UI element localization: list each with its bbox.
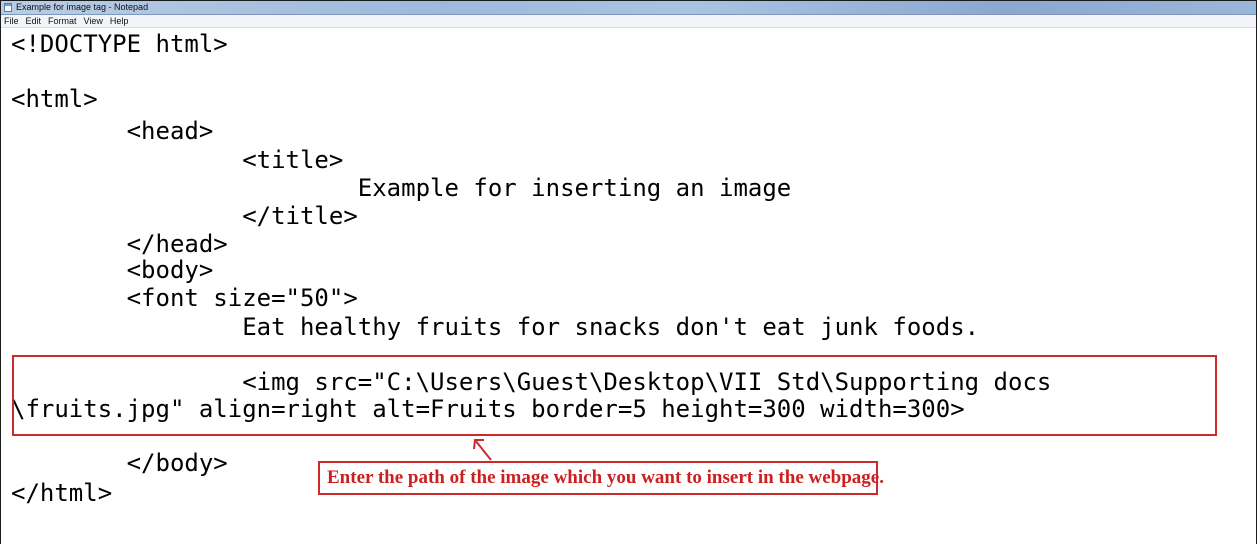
- code-line-html-open: <html>: [11, 85, 98, 113]
- image-tag-highlight-box: [12, 355, 1217, 436]
- code-line-body-open: <body>: [11, 256, 214, 284]
- code-line-body-text: Eat healthy fruits for snacks don't eat …: [11, 313, 980, 341]
- code-line-head-open: <head>: [11, 117, 214, 145]
- code-line-body-close: </body>: [11, 449, 228, 477]
- title-bar[interactable]: Example for image tag - Notepad: [1, 1, 1256, 15]
- notepad-window: Example for image tag - Notepad File Edi…: [0, 0, 1257, 545]
- code-line-font-open: <font size="50">: [11, 284, 358, 312]
- code-line-head-close: </head>: [11, 230, 228, 258]
- window-title: Example for image tag - Notepad: [16, 2, 149, 12]
- notepad-icon: [4, 3, 12, 12]
- menu-bar: File Edit Format View Help: [1, 15, 1256, 28]
- code-line-title-close: </title>: [11, 202, 358, 230]
- text-editor-area[interactable]: <!DOCTYPE html> <html> <head> <title> Ex…: [1, 28, 1256, 545]
- menu-file[interactable]: File: [4, 15, 19, 27]
- menu-format[interactable]: Format: [48, 15, 77, 27]
- code-line-title-open: <title>: [11, 146, 344, 174]
- code-line-title-text: Example for inserting an image: [11, 174, 792, 202]
- menu-help[interactable]: Help: [110, 15, 129, 27]
- pointer-arrow-icon: [473, 439, 492, 461]
- annotation-callout: Enter the path of the image which you wa…: [318, 461, 884, 495]
- code-line-html-close: </html>: [11, 479, 113, 507]
- code-line-doctype: <!DOCTYPE html>: [11, 30, 228, 58]
- menu-view[interactable]: View: [84, 15, 103, 27]
- menu-edit[interactable]: Edit: [26, 15, 42, 27]
